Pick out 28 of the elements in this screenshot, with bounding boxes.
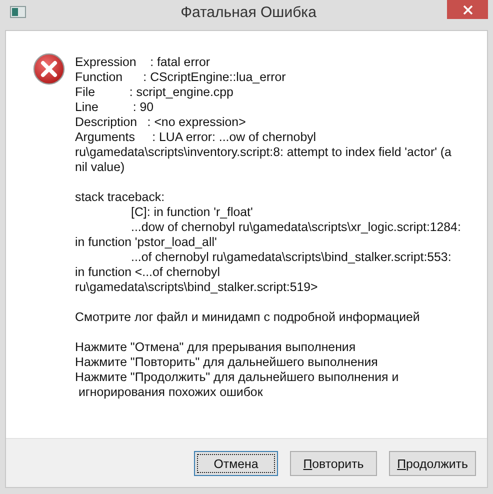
close-button[interactable] — [447, 0, 488, 19]
message-line: Arguments : LUA error: ...ow of chernobyl — [75, 130, 318, 145]
message-line: Function : CScriptEngine::lua_error — [75, 70, 287, 85]
message-line: Description : <no expression> — [75, 115, 247, 130]
dialog-button[interactable]: Продолжить — [389, 450, 476, 476]
message-line: nil value) — [75, 160, 126, 175]
message-line: [C]: in function 'r_float' — [130, 205, 254, 220]
message-line: Смотрите лог файл и минидамп с подробной информацией — [75, 310, 421, 325]
message-line: ...of chernobyl ru\gamedata\scripts\bind_stalker.script:553: — [130, 250, 452, 265]
window-icon — [10, 6, 26, 18]
message-line: Нажмите "Отмена" для прерывания выполнения — [75, 340, 357, 355]
message-line: ...dow of chernobyl ru\gamedata\scripts\xr_logic.script:1284: — [130, 220, 461, 235]
window-title: Фатальная Ошибка — [180, 4, 318, 20]
message-line: Нажмите "Повторить" для дальнейшего выполнения — [75, 355, 379, 370]
message-line: ru\gamedata\scripts\bind_stalker.script:519> — [75, 280, 319, 295]
dialog-button[interactable]: Повторить — [290, 450, 377, 476]
message-line: игнорирования похожих ошибок — [77, 385, 264, 400]
error-icon — [33, 53, 65, 85]
message-line: File : script_engine.cpp — [75, 85, 234, 100]
message-line: stack traceback: — [75, 190, 166, 205]
dialog-button[interactable]: Отмена — [194, 450, 278, 476]
message-line: Нажмите "Продолжить" для дальнейшего выполнения и — [75, 370, 400, 385]
message-line: ru\gamedata\scripts\inventory.script:8: attempt to index field 'actor' (a — [75, 145, 452, 160]
message-line: in function 'pstor_load_all' — [75, 235, 218, 250]
message-line: Line : 90 — [75, 100, 155, 115]
message-line: in function <...of chernobyl — [75, 265, 221, 280]
close-icon — [462, 4, 472, 14]
message-line: Expression : fatal error — [75, 55, 211, 70]
